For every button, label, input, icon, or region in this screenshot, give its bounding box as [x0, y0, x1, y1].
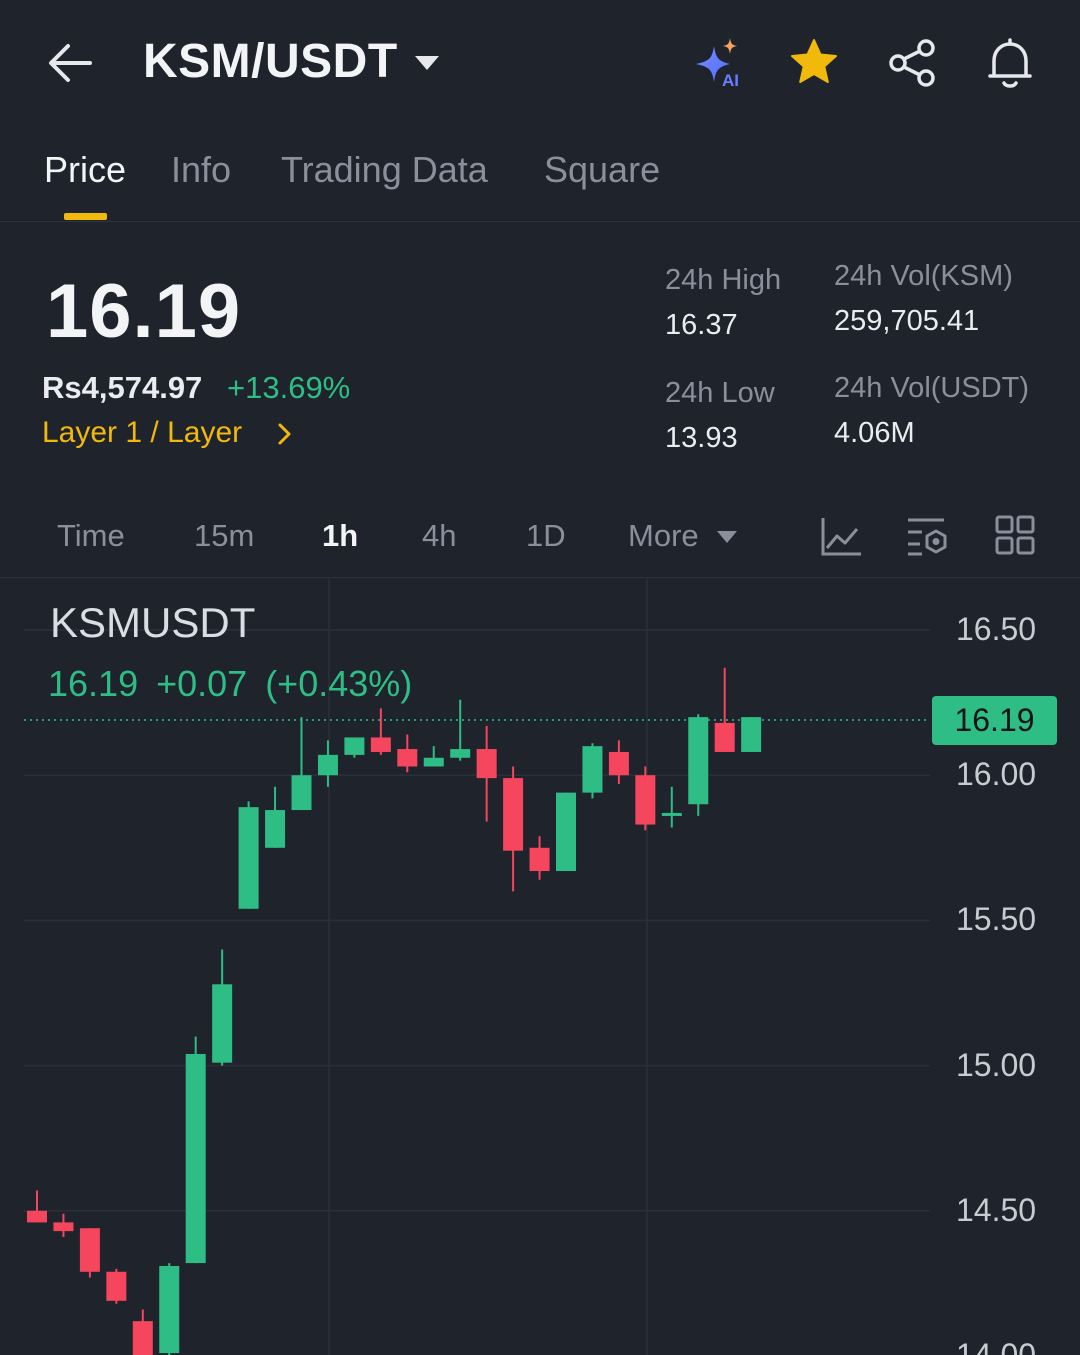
layout-grid-icon[interactable] — [994, 514, 1038, 558]
chart-settings-icon[interactable] — [906, 514, 950, 558]
chart-symbol: KSMUSDT — [50, 599, 256, 646]
tab-trading-data[interactable]: Trading Data — [281, 149, 488, 191]
timeframe-15m[interactable]: 15m — [194, 518, 254, 554]
share-icon[interactable] — [882, 34, 942, 94]
tab-price[interactable]: Price — [44, 149, 126, 191]
candle-up — [344, 737, 365, 755]
top-bar: KSM/USDT AI — [0, 0, 1080, 125]
timeframe-1d[interactable]: 1D — [526, 518, 566, 554]
stat-vol-quote-label: 24h Vol(USDT) — [834, 372, 1030, 404]
candle-down — [27, 1210, 47, 1223]
timeframe-bar: Time 15m 1h 4h 1D More — [0, 500, 1080, 578]
timeframe-more[interactable]: More — [628, 518, 699, 554]
candle-down — [397, 749, 418, 767]
y-axis-tick-label: 15.50 — [956, 901, 1037, 938]
timeframe-time[interactable]: Time — [57, 518, 125, 554]
current-price-tag: 16.19 — [932, 696, 1057, 746]
stat-vol-base-label: 24h Vol(KSM) — [834, 260, 1013, 292]
stat-high-label: 24h High — [665, 264, 782, 296]
candle-down — [503, 778, 524, 851]
chart-quote-change-pct: (+0.43%) — [265, 663, 413, 704]
stat-low-value: 13.93 — [665, 422, 738, 454]
price-chart[interactable]: KSMUSDT 16.19 +0.07 (+0.43%) 16.50 16.00 15.… — [0, 579, 1080, 1355]
candle-up — [265, 810, 286, 848]
chart-quote-price: 16.19 — [48, 663, 139, 704]
candle-up — [450, 749, 471, 758]
y-axis-tick-label: 14.50 — [956, 1191, 1037, 1228]
candle-down — [53, 1222, 74, 1232]
candle-up — [212, 984, 233, 1063]
chart-quote-change: +0.07 — [156, 663, 248, 704]
stat-low-label: 24h Low — [665, 377, 775, 409]
chevron-down-icon[interactable] — [412, 52, 442, 74]
candle-up — [688, 717, 709, 805]
stat-high-value: 16.37 — [665, 309, 738, 341]
back-arrow-icon[interactable] — [42, 38, 98, 88]
change-percent: +13.69% — [227, 370, 351, 405]
timeframe-1h[interactable]: 1h — [322, 518, 358, 554]
candle-down — [79, 1228, 100, 1272]
candle-up — [423, 757, 444, 767]
candle-down — [635, 775, 656, 825]
candle-up — [741, 717, 762, 752]
candle-down — [370, 737, 391, 752]
timeframe-4h[interactable]: 4h — [422, 518, 456, 554]
y-axis-tick-label: 14.00 — [956, 1337, 1037, 1355]
y-axis-tick-label: 16.50 — [956, 611, 1037, 647]
chevron-down-icon[interactable] — [716, 530, 738, 544]
candle-down — [106, 1271, 127, 1301]
candle-up — [238, 807, 259, 909]
sector-link[interactable]: Layer 1 / Layer — [42, 416, 242, 450]
section-tabs: Price Info Trading Data Square — [0, 135, 1080, 222]
tab-info[interactable]: Info — [171, 149, 231, 191]
star-icon[interactable] — [784, 34, 844, 94]
candle-down — [476, 749, 497, 779]
stat-vol-base-value: 259,705.41 — [834, 305, 980, 337]
candle-down — [132, 1321, 153, 1355]
candle-down — [529, 847, 550, 872]
candle-down — [714, 722, 735, 752]
pair-title[interactable]: KSM/USDT — [143, 34, 398, 89]
indicator-icon[interactable] — [819, 514, 863, 558]
chart-quote: 16.19 +0.07 (+0.43%) — [48, 663, 430, 705]
candle-up — [556, 792, 576, 872]
candle-up — [661, 812, 682, 816]
chevron-right-icon[interactable] — [270, 420, 298, 448]
candle-up — [291, 775, 312, 811]
active-tab-indicator — [64, 213, 107, 220]
y-axis-tick-label: 16.00 — [956, 756, 1037, 793]
candle-up — [185, 1053, 206, 1264]
ai-sparkle-icon[interactable]: AI — [690, 34, 750, 94]
candle-up — [159, 1265, 180, 1354]
last-price: 16.19 — [46, 269, 242, 354]
candle-down — [608, 751, 629, 776]
stat-vol-quote-value: 4.06M — [834, 417, 915, 449]
candle-up — [582, 746, 603, 793]
bell-icon[interactable] — [980, 34, 1040, 94]
ai-badge-text: AI — [722, 71, 739, 90]
y-axis-tick-label: 15.00 — [956, 1046, 1037, 1083]
tab-square[interactable]: Square — [544, 149, 660, 191]
fiat-price: Rs4,574.97 — [42, 370, 203, 405]
candle-up — [317, 754, 338, 776]
